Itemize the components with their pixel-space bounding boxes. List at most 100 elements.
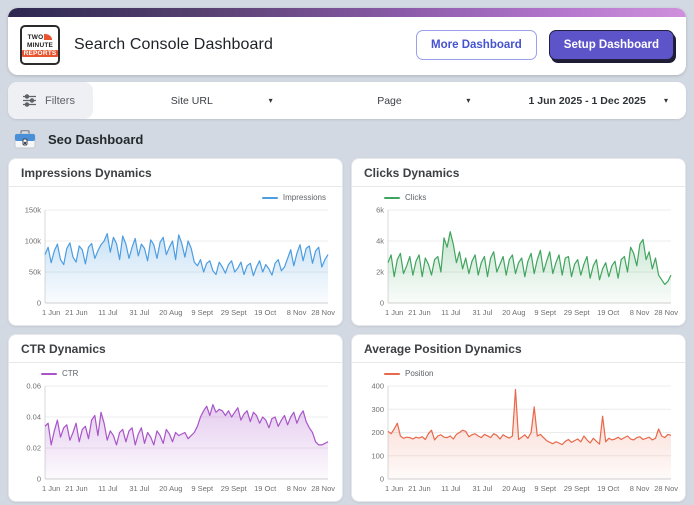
svg-text:150k: 150k <box>25 206 42 215</box>
svg-text:20 Aug: 20 Aug <box>159 308 182 317</box>
chart-legend: Impressions <box>15 191 336 204</box>
svg-text:11 Jul: 11 Jul <box>98 484 118 493</box>
svg-text:9 Sept: 9 Sept <box>191 308 214 317</box>
svg-text:9 Sept: 9 Sept <box>534 308 557 317</box>
svg-text:6k: 6k <box>376 206 384 215</box>
position-line-chart: 0 100 200 300 400 1 Jun 21 Jun 11 Jul 31 Jul 20 A… <box>371 382 678 494</box>
svg-text:300: 300 <box>371 405 384 414</box>
logo-pie-icon <box>44 33 53 40</box>
svg-text:29 Sept: 29 Sept <box>221 308 248 317</box>
page-title: Search Console Dashboard <box>74 36 273 53</box>
ctr-line-chart: 0 0.02 0.04 0.06 1 Jun 21 Jun 11 Jul 31 Jul 20 A… <box>26 382 335 494</box>
svg-text:31 Jul: 31 Jul <box>472 484 492 493</box>
svg-text:0: 0 <box>380 299 384 308</box>
filter-page[interactable]: Page ▾ <box>291 82 489 119</box>
svg-text:28 Nov: 28 Nov <box>654 308 678 317</box>
filter-site-url[interactable]: Site URL ▾ <box>93 82 291 119</box>
chart-title: CTR Dynamics <box>9 335 342 363</box>
svg-text:200: 200 <box>371 428 384 437</box>
site-url-label: Site URL <box>170 94 213 107</box>
svg-text:21 Jun: 21 Jun <box>408 484 431 493</box>
svg-text:0.04: 0.04 <box>26 413 41 422</box>
svg-text:19 Oct: 19 Oct <box>597 484 620 493</box>
chart-legend: Clicks <box>358 191 679 204</box>
section-title: Seo Dashboard <box>48 132 144 147</box>
logo-word-reports: REPORTS <box>21 49 59 57</box>
svg-text:2k: 2k <box>376 268 384 277</box>
impressions-chart-card: Impressions Dynamics Impressions 0 50k 100… <box>8 158 343 326</box>
chevron-down-icon: ▾ <box>664 96 669 105</box>
svg-text:29 Sept: 29 Sept <box>221 484 248 493</box>
svg-text:0: 0 <box>37 299 41 308</box>
chart-legend: CTR <box>15 367 336 380</box>
svg-text:28 Nov: 28 Nov <box>311 484 335 493</box>
svg-text:100: 100 <box>371 451 384 460</box>
clicks-line-chart: 0 2k 4k 6k 1 Jun 21 Jun 11 Jul 31 Jul 20 Aug 9 Se… <box>376 206 678 318</box>
svg-text:8 Nov: 8 Nov <box>630 308 650 317</box>
svg-text:9 Sept: 9 Sept <box>191 484 214 493</box>
svg-text:0.02: 0.02 <box>26 444 41 453</box>
svg-text:19 Oct: 19 Oct <box>597 308 620 317</box>
position-chart-card: Average Position Dynamics Position 0 100 2… <box>351 334 686 502</box>
section-header: Seo Dashboard <box>8 119 686 158</box>
svg-text:50k: 50k <box>29 268 41 277</box>
legend-swatch <box>41 372 57 375</box>
svg-text:100k: 100k <box>25 237 42 246</box>
charts-grid: Impressions Dynamics Impressions 0 50k 100… <box>8 158 686 502</box>
svg-text:1 Jun: 1 Jun <box>385 484 403 493</box>
legend-label: Position <box>405 369 434 378</box>
filters-bar: Filters Site URL ▾ Page ▾ 1 Jun 2025 - 1… <box>8 82 686 119</box>
chart-title: Impressions Dynamics <box>9 159 342 187</box>
svg-text:28 Nov: 28 Nov <box>311 308 335 317</box>
chevron-down-icon: ▾ <box>268 96 273 105</box>
clicks-chart-card: Clicks Dynamics Clicks 0 2k 4k 6k 1 Jun 21 Ju… <box>351 158 686 326</box>
svg-text:11 Jul: 11 Jul <box>441 484 461 493</box>
brand-logo: TWO MINUTE REPORTS <box>20 25 60 65</box>
dashboard-page: TWO MINUTE REPORTS Search Console Dashbo… <box>0 0 694 505</box>
ctr-chart-card: CTR Dynamics CTR 0 0.02 0.04 0.06 1 Jun 21 Ju… <box>8 334 343 502</box>
date-range-value: 1 Jun 2025 - 1 Dec 2025 <box>528 94 646 107</box>
svg-text:19 Oct: 19 Oct <box>254 308 277 317</box>
svg-text:8 Nov: 8 Nov <box>287 484 307 493</box>
chart-legend: Position <box>358 367 679 380</box>
legend-swatch <box>384 372 400 375</box>
svg-text:29 Sept: 29 Sept <box>564 308 591 317</box>
header-gradient-bar <box>8 8 686 17</box>
svg-text:20 Aug: 20 Aug <box>502 484 525 493</box>
svg-text:9 Sept: 9 Sept <box>534 484 557 493</box>
svg-text:11 Jul: 11 Jul <box>441 308 461 317</box>
svg-text:19 Oct: 19 Oct <box>254 484 277 493</box>
filters-label: Filters <box>45 94 75 107</box>
sliders-icon <box>23 94 36 107</box>
filter-date-range[interactable]: 1 Jun 2025 - 1 Dec 2025 ▾ <box>488 82 686 119</box>
page-filter-label: Page <box>377 94 402 107</box>
svg-text:28 Nov: 28 Nov <box>654 484 678 493</box>
svg-text:21 Jun: 21 Jun <box>65 484 88 493</box>
logo-word-two: TWO <box>27 33 44 41</box>
svg-text:1 Jun: 1 Jun <box>42 484 60 493</box>
legend-swatch <box>261 196 278 199</box>
svg-text:400: 400 <box>371 382 384 391</box>
legend-label: Clicks <box>405 193 427 202</box>
svg-text:31 Jul: 31 Jul <box>472 308 492 317</box>
svg-text:29 Sept: 29 Sept <box>564 484 591 493</box>
legend-swatch <box>384 196 400 199</box>
svg-text:8 Nov: 8 Nov <box>287 308 307 317</box>
svg-text:1 Jun: 1 Jun <box>42 308 60 317</box>
impressions-line-chart: 0 50k 100k 150k 1 Jun 21 Jun 11 Jul 31 Jul 20 Au… <box>25 206 336 318</box>
legend-label: Impressions <box>282 193 326 202</box>
svg-text:31 Jul: 31 Jul <box>129 484 149 493</box>
svg-text:11 Jul: 11 Jul <box>98 308 118 317</box>
toolbox-icon <box>14 130 36 149</box>
chevron-down-icon: ▾ <box>466 96 471 105</box>
svg-text:31 Jul: 31 Jul <box>129 308 149 317</box>
setup-dashboard-button[interactable]: Setup Dashboard <box>548 30 674 60</box>
more-dashboard-button[interactable]: More Dashboard <box>416 30 537 60</box>
svg-text:21 Jun: 21 Jun <box>408 308 431 317</box>
svg-text:20 Aug: 20 Aug <box>502 308 525 317</box>
svg-text:0: 0 <box>380 475 384 484</box>
legend-label: CTR <box>62 369 79 378</box>
svg-text:8 Nov: 8 Nov <box>630 484 650 493</box>
filters-chip[interactable]: Filters <box>8 82 93 119</box>
svg-text:4k: 4k <box>376 237 384 246</box>
